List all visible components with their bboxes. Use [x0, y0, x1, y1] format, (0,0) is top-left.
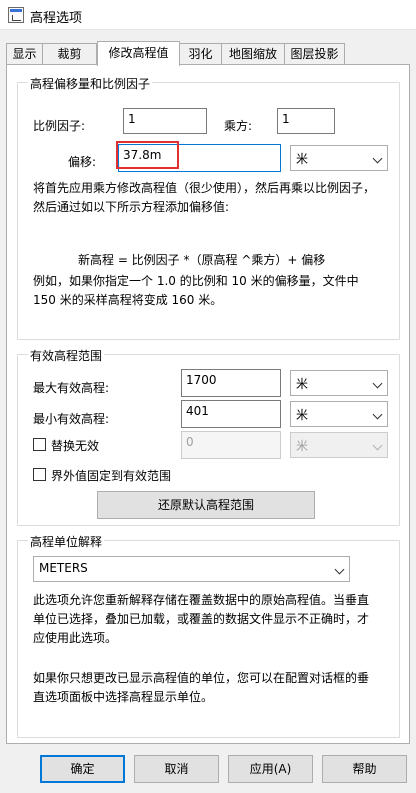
- tab-clip[interactable]: 裁剪: [42, 43, 97, 65]
- chevron-down-icon: [372, 440, 383, 451]
- max-elevation-label: 最大有效高程:: [33, 381, 110, 395]
- group-title: 高程单位解释: [28, 533, 105, 550]
- tab-panel: 高程偏移量和比例因子 比例因子: 1 乘方: 1 偏移: 37.8m 米 将首先…: [6, 64, 410, 744]
- units-group: 高程单位解释 METERS 此选项允许您重新解释存储在覆盖数据中的原始高程值。当…: [17, 533, 400, 738]
- max-unit-select[interactable]: 米: [290, 370, 388, 396]
- replace-invalid-label: 替换无效: [51, 439, 100, 453]
- replace-unit-select[interactable]: 米: [290, 432, 388, 458]
- tab-modify-elevation[interactable]: 修改高程值: [97, 41, 180, 66]
- chevron-down-icon: [372, 378, 383, 389]
- apply-button[interactable]: 应用(A): [228, 755, 313, 783]
- max-elevation-input[interactable]: 1700: [181, 369, 281, 397]
- valid-range-group: 有效高程范围 最大有效高程: 1700 米 最小有效高程: 401 米 替换无效…: [17, 347, 400, 526]
- min-elevation-label: 最小有效高程:: [33, 412, 110, 426]
- tab-layer-projection[interactable]: 图层投影: [284, 43, 345, 65]
- description-2-line-2: 150 米的采样高程将变成 160 米。: [33, 293, 223, 307]
- units-selected-value: METERS: [39, 561, 88, 575]
- window-title: 高程选项: [30, 11, 83, 26]
- power-input[interactable]: 1: [277, 108, 335, 134]
- power-label: 乘方:: [224, 119, 253, 133]
- clamp-outliers-checkbox[interactable]: [33, 468, 46, 481]
- chevron-down-icon: [334, 564, 345, 575]
- group-title: 有效高程范围: [28, 347, 105, 364]
- chevron-down-icon: [372, 153, 383, 164]
- units-description-2: 如果你只想更改已显示高程值的单位，您可以在配置对话框的垂 直选项面板中选择高程显…: [33, 669, 369, 707]
- units-description-2-line-1: 如果你只想更改已显示高程值的单位，您可以在配置对话框的垂: [33, 671, 370, 685]
- min-unit-select[interactable]: 米: [290, 401, 388, 427]
- tab-map-scale[interactable]: 地图缩放: [221, 43, 285, 65]
- description-2-line-1: 例如，如果你指定一个 1.0 的比例和 10 米的偏移量，文件中: [33, 274, 359, 288]
- help-button[interactable]: 帮助: [322, 755, 407, 783]
- ok-button[interactable]: 确定: [40, 755, 125, 783]
- tab-feather[interactable]: 羽化: [179, 43, 222, 65]
- title-bar: 高程选项: [0, 0, 416, 30]
- replace-invalid-checkbox[interactable]: [33, 438, 46, 451]
- clamp-outliers-label: 界外值固定到有效范围: [51, 469, 172, 483]
- min-elevation-input[interactable]: 401: [181, 400, 281, 428]
- group-title: 高程偏移量和比例因子: [28, 75, 153, 92]
- scale-factor-label: 比例因子:: [33, 119, 86, 133]
- offset-scale-group: 高程偏移量和比例因子 比例因子: 1 乘方: 1 偏移: 37.8m 米 将首先…: [17, 75, 400, 340]
- formula-text: 新高程 = 比例因子 *（原高程 ^乘方）+ 偏移: [78, 253, 326, 267]
- max-unit-value: 米: [296, 377, 309, 391]
- cancel-button[interactable]: 取消: [134, 755, 219, 783]
- replace-value-input[interactable]: 0: [181, 431, 281, 459]
- units-description-2-line-2: 直选项面板中选择高程显示单位。: [33, 690, 214, 704]
- offset-label: 偏移:: [68, 155, 97, 169]
- restore-default-range-button[interactable]: 还原默认高程范围: [97, 491, 315, 519]
- units-description-1-line-3: 应使用此选项。: [33, 631, 118, 645]
- scale-factor-input[interactable]: 1: [123, 108, 207, 134]
- units-description-1-line-1: 此选项允许您重新解释存储在覆盖数据中的原始高程值。当垂直: [33, 593, 370, 607]
- description-2: 例如，如果你指定一个 1.0 的比例和 10 米的偏移量，文件中 150 米的采…: [33, 272, 359, 310]
- min-unit-value: 米: [296, 408, 309, 422]
- offset-highlight-box: [116, 141, 179, 169]
- units-description-1: 此选项允许您重新解释存储在覆盖数据中的原始高程值。当垂直 单位已选择，叠加已加载…: [33, 591, 369, 648]
- offset-unit-value: 米: [296, 152, 309, 166]
- units-select[interactable]: METERS: [33, 556, 350, 582]
- tab-display[interactable]: 显示: [6, 43, 43, 65]
- offset-unit-select[interactable]: 米: [290, 145, 388, 171]
- app-window-icon: [8, 7, 24, 23]
- description-1: 将首先应用乘方修改高程值（很少使用），然后再乘以比例因子， 然后通过如以下所示方…: [33, 179, 375, 217]
- chevron-down-icon: [372, 409, 383, 420]
- description-1-line-1: 将首先应用乘方修改高程值（很少使用），然后再乘以比例因子，: [33, 181, 376, 195]
- description-1-line-2: 然后通过如以下所示方程添加偏移值:: [33, 200, 230, 214]
- replace-unit-value: 米: [296, 439, 309, 453]
- units-description-1-line-2: 单位已选择，叠加已加载，或覆盖的数据文件显示不正确时，才: [33, 612, 370, 626]
